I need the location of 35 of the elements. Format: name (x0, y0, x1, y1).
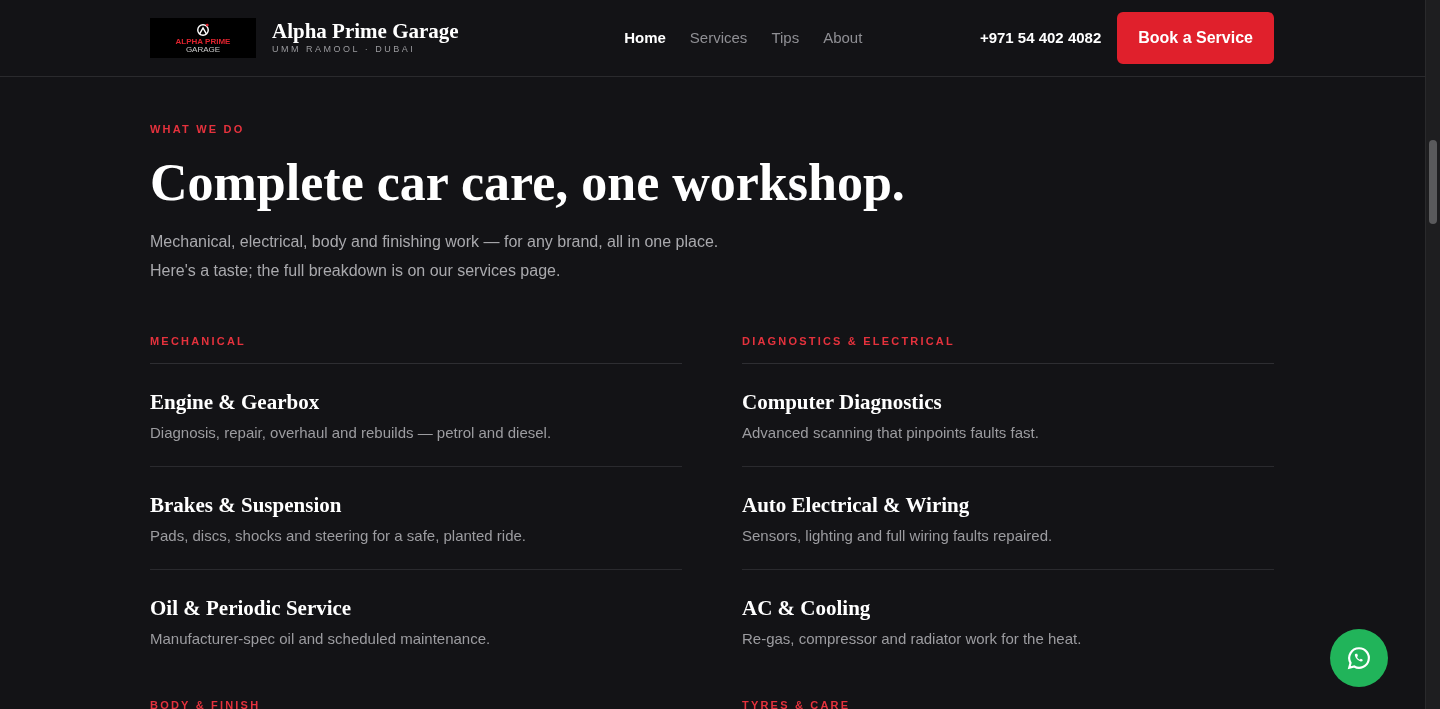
logo-text: ALPHA PRIME (175, 37, 231, 46)
logo[interactable]: ALPHA PRIME GARAGE (150, 18, 256, 58)
service-title: Oil & Periodic Service (150, 595, 353, 621)
category-heading: BODY & FINISH (150, 697, 682, 709)
nav-link[interactable]: Tips (771, 26, 800, 50)
service-title: Engine & Gearbox (150, 390, 321, 416)
category-heading: MECHANICAL (150, 332, 682, 365)
phone-number[interactable]: +971 54 402 4082 (979, 26, 1102, 50)
book-service-button[interactable]: Book a Service (1117, 12, 1274, 64)
service-title: Auto Electrical & Wiring (742, 492, 971, 519)
category-heading: TYRES & CARE (742, 697, 1274, 709)
service-description: Manufacturer-spec oil and scheduled maintenance. (150, 628, 492, 649)
service-description: Re-gas, compressor and radiator work for the heat. (742, 628, 1083, 649)
section-title: Complete car care, one workshop. (150, 153, 906, 211)
intro-text: Mechanical, electrical, body and finishing work — for any brand, all in one place. (150, 231, 720, 252)
service-title: Computer Diagnostics (742, 390, 943, 416)
nav-link[interactable]: About (823, 26, 863, 50)
brand-name: Alpha Prime Garage (272, 19, 459, 43)
service-title: AC & Cooling (742, 595, 872, 621)
service-description: Sensors, lighting and full wiring faults repaired. (742, 526, 1054, 547)
chat-phone-icon (1346, 645, 1372, 671)
service-title: Brakes & Suspension (150, 492, 343, 519)
service-description: Advanced scanning that pinpoints faults fast. (742, 423, 1040, 444)
scrollbar[interactable] (1425, 0, 1440, 709)
whatsapp-button[interactable] (1330, 629, 1388, 687)
nav-link[interactable]: Services (689, 26, 748, 50)
service-description: Pads, discs, shocks and steering for a safe, planted ride. (150, 526, 528, 547)
nav-link[interactable]: Home (624, 26, 666, 50)
category-heading: DIAGNOSTICS & ELECTRICAL (742, 332, 1274, 365)
brand-tagline: UMM RAMOOL · DUBAI (272, 43, 417, 56)
logo-icon (196, 22, 210, 37)
service-description: Diagnosis, repair, overhaul and rebuilds — petrol and diesel. (150, 423, 553, 444)
intro-text: Here's a taste; the full breakdown is on our services page. (150, 260, 562, 281)
section-eyebrow: WHAT WE DO (150, 122, 246, 137)
logo-subtext: GARAGE (185, 45, 221, 54)
